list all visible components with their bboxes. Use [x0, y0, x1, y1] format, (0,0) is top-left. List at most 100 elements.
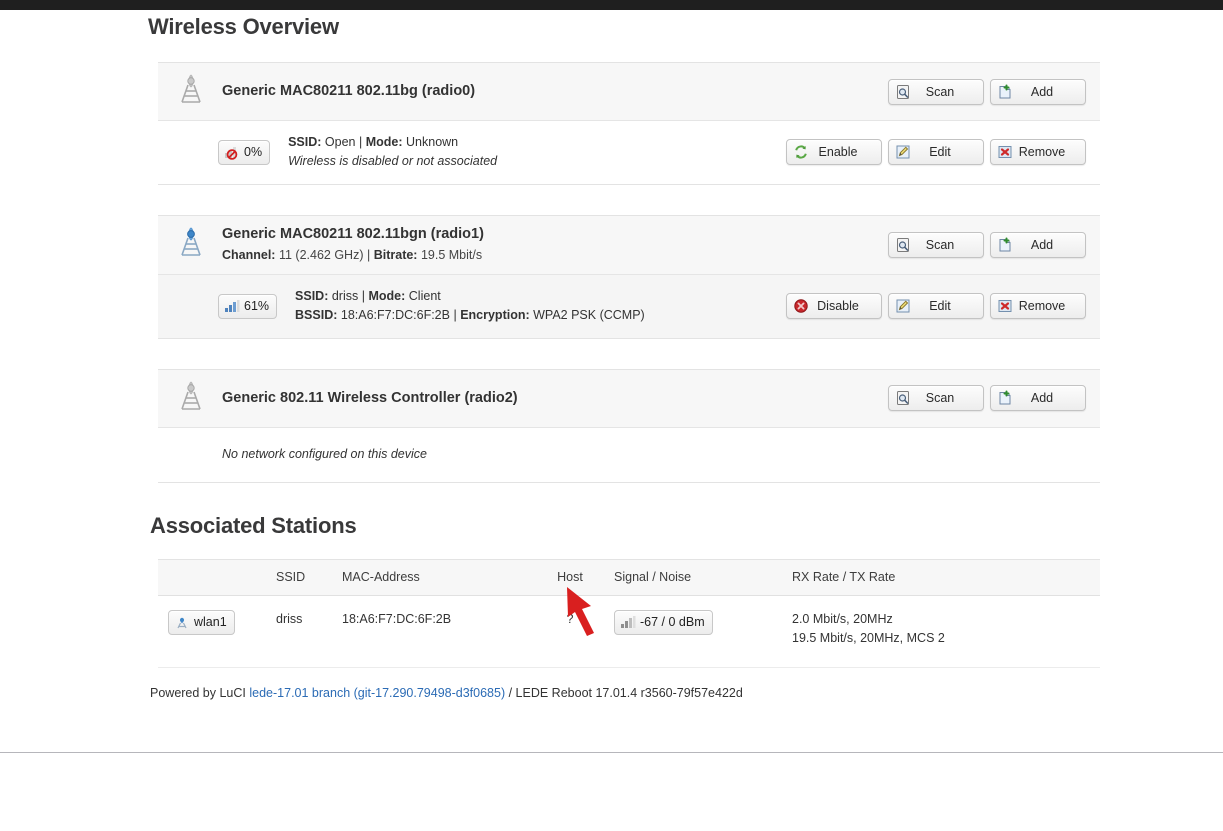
radio-panel-radio1: Generic MAC80211 802.11bgn (radio1) Chan…: [158, 214, 1100, 339]
antenna-disabled-icon: [174, 72, 208, 111]
cell-mac-address: 18:A6:F7:DC:6F:2B: [334, 595, 534, 668]
radio1-sep-1: |: [361, 289, 365, 304]
remove-button-label: Remove: [1018, 299, 1066, 314]
radio0-sep-1: |: [358, 135, 363, 149]
rx-rate-value: 2.0 Mbit/s, 20MHz: [792, 611, 893, 626]
radio0-iface-info: SSID: Open | Mode: Unknown Wireless is d…: [270, 133, 786, 172]
radio1-channel-value: 11 (2.462 GHz): [278, 248, 364, 263]
remove-button-radio1[interactable]: Remove: [990, 293, 1086, 320]
iface-badge-wlan1[interactable]: wlan1: [168, 609, 235, 635]
disable-button-radio1[interactable]: Disable: [786, 293, 882, 320]
cell-signal: -67 / 0 dBm: [606, 595, 784, 668]
radio1-channel-label: Channel:: [222, 248, 276, 263]
add-button-label: Add: [1030, 237, 1054, 252]
signal-none-icon: [224, 144, 240, 161]
radio1-encryption-value: WPA2 PSK (CCMP): [533, 308, 645, 323]
radio1-bitrate-value: 19.5 Mbit/s: [420, 248, 483, 263]
col-header-ssid: SSID: [268, 558, 334, 596]
edit-button-radio1[interactable]: Edit: [888, 293, 984, 320]
radio0-signal-text: 0%: [244, 145, 263, 160]
radio2-header: Generic 802.11 Wireless Controller (radi…: [158, 369, 1100, 428]
radio0-title: Generic MAC80211 802.11bg (radio0): [222, 82, 476, 99]
scan-button-label: Scan: [925, 237, 955, 252]
radio1-actions: Scan Add: [888, 231, 1086, 258]
radio1-iface-actions: Disable Edit Remove: [786, 293, 1086, 320]
stations-table-body: wlan1 driss 18:A6:F7:DC:6F:2B ? -67 / 0 …: [158, 595, 1100, 668]
radio0-actions: Scan Add: [888, 78, 1086, 105]
scan-button-label: Scan: [925, 84, 955, 99]
edit-pencil-icon: [895, 144, 911, 160]
wifi-iface-icon: [174, 614, 190, 630]
add-button-radio2[interactable]: Add: [990, 385, 1086, 412]
col-header-signal: Signal / Noise: [606, 558, 784, 596]
radio2-info: Generic 802.11 Wireless Controller (radi…: [208, 389, 888, 409]
radio0-signal-badge: 0%: [218, 139, 271, 165]
radio1-bssid-label: BSSID:: [295, 308, 338, 323]
radio0-iface-actions: Enable Edit Remove: [786, 139, 1086, 166]
radio1-ssid-value: driss: [331, 289, 359, 304]
cell-iface: wlan1: [158, 595, 268, 668]
radio1-iface-row: 61% SSID: driss | Mode: Client BSSID: 18…: [158, 275, 1100, 338]
remove-button-label: Remove: [1018, 145, 1066, 160]
antenna-disabled-icon: [174, 379, 208, 418]
add-page-icon: [997, 390, 1013, 406]
edit-button-radio0[interactable]: Edit: [888, 139, 984, 166]
scan-icon: [895, 84, 911, 100]
radio1-encryption-label: Encryption:: [460, 308, 530, 323]
footer: Powered by LuCI lede-17.01 branch (git-1…: [150, 686, 1100, 700]
radio0-info: Generic MAC80211 802.11bg (radio0): [208, 82, 888, 102]
enable-button-label: Enable: [818, 145, 858, 160]
add-button-label: Add: [1030, 84, 1054, 99]
radio0-ssid-label: SSID:: [288, 135, 322, 149]
radio1-title: Generic MAC80211 802.11bgn (radio1): [222, 225, 484, 242]
scan-icon: [895, 390, 911, 406]
scan-button-label: Scan: [925, 391, 955, 406]
radio0-iface-row: 0% SSID: Open | Mode: Unknown Wireless i…: [158, 121, 1100, 184]
add-page-icon: [997, 84, 1013, 100]
radio1-signal-badge: 61%: [218, 293, 278, 319]
col-header-host: Host: [534, 558, 606, 596]
signal-good-icon: [224, 298, 240, 314]
luci-version-link[interactable]: lede-17.01 branch (git-17.290.79498-d3f0…: [249, 686, 505, 700]
footer-suffix: / LEDE Reboot 17.01.4 r3560-79f57e422d: [508, 685, 743, 700]
signal-bars-icon: [620, 614, 636, 630]
scan-button-radio2[interactable]: Scan: [888, 385, 984, 412]
edit-pencil-icon: [895, 298, 911, 314]
radio2-empty-note: No network configured on this device: [222, 446, 427, 461]
add-button-radio0[interactable]: Add: [990, 78, 1086, 105]
signal-noise-text: -67 / 0 dBm: [640, 614, 705, 629]
page-title: Wireless Overview: [148, 14, 339, 39]
col-header-rates: RX Rate / TX Rate: [784, 558, 1100, 596]
enable-button-radio0[interactable]: Enable: [786, 139, 882, 166]
tx-rate-value: 19.5 Mbit/s, 20MHz, MCS 2: [792, 631, 945, 646]
add-button-label: Add: [1030, 391, 1054, 406]
scan-button-radio1[interactable]: Scan: [888, 231, 984, 258]
radio1-bssid-value: 18:A6:F7:DC:6F:2B: [340, 308, 450, 323]
radio2-empty-row: No network configured on this device: [158, 427, 1100, 482]
enable-icon: [793, 144, 809, 160]
footer-prefix: Powered by LuCI: [150, 685, 246, 700]
radio1-header: Generic MAC80211 802.11bgn (radio1) Chan…: [158, 215, 1100, 276]
disable-icon: [793, 298, 809, 314]
remove-button-radio0[interactable]: Remove: [990, 139, 1086, 166]
radio1-iface-info: SSID: driss | Mode: Client BSSID: 18:A6:…: [277, 287, 786, 326]
radio0-mode-value: Unknown: [406, 135, 459, 149]
radio1-info: Generic MAC80211 802.11bgn (radio1) Chan…: [208, 225, 888, 265]
radio1-signal-text: 61%: [244, 299, 270, 314]
col-header-mac: MAC-Address: [334, 558, 534, 596]
antenna-active-icon: [174, 225, 208, 264]
radio1-sub-sep: |: [366, 248, 371, 263]
radio1-bitrate-label: Bitrate:: [373, 248, 418, 263]
radio0-status-note: Wireless is disabled or not associated: [288, 154, 498, 169]
radio-panel-radio0: Generic MAC80211 802.11bg (radio0) Scan: [158, 62, 1100, 185]
main-content: Wireless Overview Generic MAC80211 802.1…: [148, 14, 1100, 700]
radio1-ssid-label: SSID:: [295, 289, 329, 304]
cell-host: ?: [534, 595, 606, 668]
radio0-ssid-value: Open: [324, 135, 356, 149]
radio0-mode-label: Mode:: [365, 135, 403, 149]
stations-title: Associated Stations: [150, 512, 357, 538]
scan-button-radio0[interactable]: Scan: [888, 78, 984, 105]
edit-button-label: Edit: [929, 299, 951, 314]
add-button-radio1[interactable]: Add: [990, 231, 1086, 258]
cell-ssid: driss: [268, 595, 334, 668]
